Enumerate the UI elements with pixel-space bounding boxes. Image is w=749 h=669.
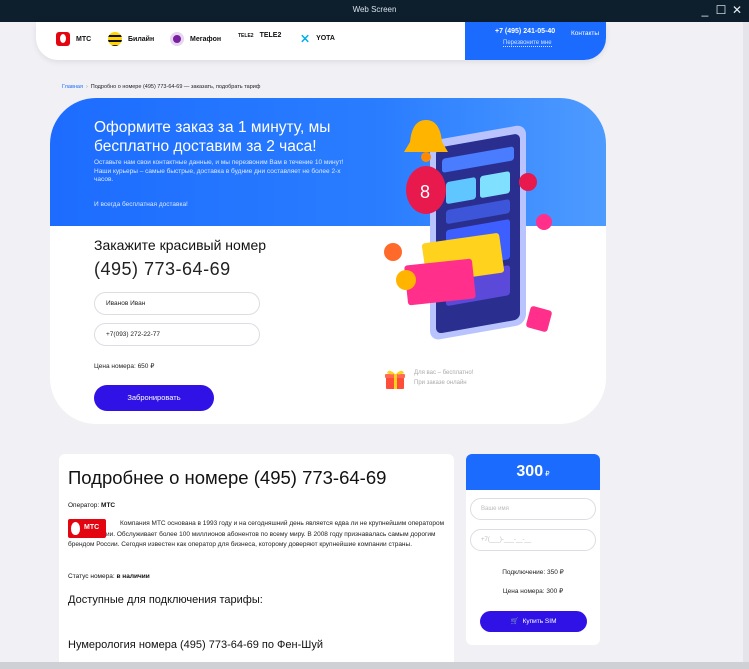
details-title: Подробнее о номере (495) 773-64-69 <box>68 467 387 488</box>
numerology-title: Нумерология номера (495) 773-64-69 по Фе… <box>68 639 324 651</box>
phone-input[interactable]: +7(093) 272-22-77 <box>94 323 260 346</box>
featured-number: (495) 773-64-69 <box>94 259 231 279</box>
contacts-link[interactable]: Контакты <box>571 30 599 37</box>
book-button[interactable]: Забронировать <box>94 385 214 411</box>
number-price: Цена номера: 650 ₽ <box>94 363 155 370</box>
order-number-price: Цена номера: 300 ₽ <box>502 588 564 595</box>
gift-text: Для вас – бесплатно! При заказе онлайн <box>414 368 473 388</box>
connection-price: Подключение: 350 ₽ <box>502 569 564 576</box>
operator-value: МТС <box>101 502 116 509</box>
operator-link-tele2[interactable]: TELE2 TELE2 <box>238 32 281 39</box>
operator-label: Оператор: <box>68 502 100 509</box>
order-card: 300 ₽ Ваше имя +7(___)-___-__-__ Подключе… <box>466 454 600 645</box>
breadcrumb-separator: › <box>85 84 88 90</box>
window-titlebar: Web Screen _ ☐ ✕ <box>0 0 749 22</box>
operator-link-megafon[interactable]: Мегафон <box>170 32 221 46</box>
minimize-icon[interactable]: _ <box>699 2 711 18</box>
order-phone-input[interactable]: +7(___)-___-__-__ <box>470 529 596 551</box>
operator-line: Оператор: МТС <box>68 502 115 509</box>
window-bottom-edge <box>0 662 749 669</box>
tariffs-title: Доступные для подключения тарифы: <box>68 594 263 606</box>
operator-label: YOTA <box>316 34 335 42</box>
order-title: Закажите красивый номер <box>94 237 267 253</box>
gift-line-1: Для вас – бесплатно! <box>414 370 474 376</box>
callback-link[interactable]: Перезвоните мне <box>503 40 552 47</box>
order-name-input[interactable]: Ваше имя <box>470 498 596 520</box>
mts-logo-text: МТС <box>84 524 100 531</box>
gift-line-2: При заказе онлайн <box>414 380 467 386</box>
breadcrumb: Главная › Подробно о номере (495) 773-64-6… <box>62 84 260 90</box>
phone-illustration: 8 <box>384 120 552 340</box>
buy-sim-label: Купить SIM <box>522 618 557 625</box>
buy-sim-button[interactable]: 🛒 Купить SIM <box>480 611 587 632</box>
operator-label: Мегафон <box>190 35 222 43</box>
hero-title: Оформите заказ за 1 минуту, мы бесплатно… <box>94 119 331 155</box>
vertical-scrollbar[interactable] <box>743 22 749 662</box>
mts-egg-icon <box>71 522 80 535</box>
number-status: Статус номера: в наличии <box>68 573 150 580</box>
window-title: Web Screen <box>352 5 397 14</box>
beeline-logo-icon <box>108 32 122 46</box>
maximize-icon[interactable]: ☐ <box>715 2 727 18</box>
number-details: Подробнее о номере (495) 773-64-69 Опера… <box>59 454 454 662</box>
header-phone[interactable]: +7 (495) 241-05-40 <box>495 28 555 35</box>
operator-label: МТС <box>76 35 92 43</box>
operator-label: TELE2 <box>259 32 282 39</box>
status-value: в наличии <box>116 573 150 580</box>
operator-link-mts[interactable]: МТС <box>56 32 91 46</box>
order-price-currency: ₽ <box>545 471 550 478</box>
name-input[interactable]: Иванов Иван <box>94 292 260 315</box>
breadcrumb-current: Подробно о номере (495) 773-64-69 — зака… <box>90 84 261 90</box>
mts-logo-icon <box>56 32 70 46</box>
operator-description: Компания МТС основана в 1993 году и на с… <box>68 520 445 548</box>
close-icon[interactable]: ✕ <box>731 2 743 18</box>
order-price: 300 ₽ <box>466 454 600 490</box>
hero-free-delivery: И всегда бесплатная доставка! <box>94 201 188 208</box>
mts-logo: МТС <box>68 519 106 538</box>
order-price-value: 300 <box>516 463 544 480</box>
cart-icon: 🛒 <box>510 618 519 625</box>
gift-icon <box>385 370 405 389</box>
order-hero: Оформите заказ за 1 минуту, мы бесплатно… <box>50 98 606 424</box>
tele2-logo-icon: TELE2 <box>238 32 254 39</box>
breadcrumb-home[interactable]: Главная <box>62 84 83 90</box>
hero-lead: Оставьте нам свои контактные данные, и м… <box>94 159 344 183</box>
yota-logo-icon: ⨯ <box>300 31 311 45</box>
header-contacts: +7 (495) 241-05-40 Перезвоните мне Конта… <box>465 22 606 60</box>
operator-label: Билайн <box>128 35 155 43</box>
operator-link-yota[interactable]: ⨯ YOTA <box>300 32 335 44</box>
status-label: Статус номера: <box>68 573 115 580</box>
megafon-logo-icon <box>170 32 184 46</box>
svg-text:8: 8 <box>420 182 430 202</box>
operator-link-beeline[interactable]: Билайн <box>108 32 154 46</box>
